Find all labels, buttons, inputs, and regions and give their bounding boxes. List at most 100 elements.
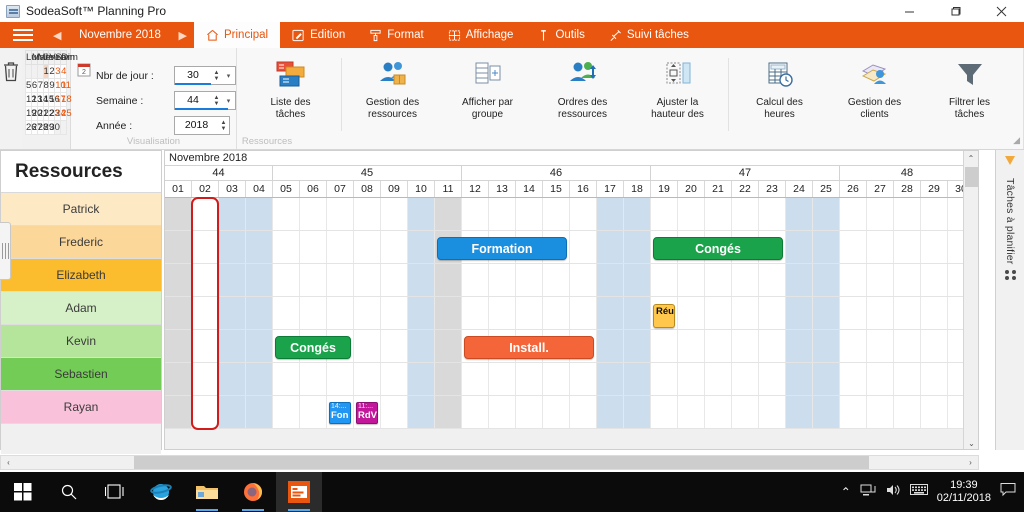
gantt-task-cong-s[interactable]: Congés [653, 237, 783, 260]
day-header-02[interactable]: 02 [192, 181, 219, 197]
gantt-cell[interactable] [543, 198, 570, 230]
gantt-cell[interactable] [732, 363, 759, 395]
gantt-cell[interactable] [192, 363, 219, 395]
minical-day-3[interactable]: 3 [54, 64, 62, 79]
gantt-cell[interactable] [894, 198, 921, 230]
tab-outils[interactable]: Outils [525, 22, 596, 48]
day-header-19[interactable]: 19 [651, 181, 678, 197]
gantt-row-frederic[interactable] [165, 231, 978, 264]
gantt-cell[interactable] [300, 297, 327, 329]
spinner-arrows[interactable]: ▲ ▼ [211, 92, 222, 109]
gantt-cell[interactable] [408, 198, 435, 230]
gantt-cell[interactable] [462, 198, 489, 230]
day-header-24[interactable]: 24 [786, 181, 813, 197]
taskbar-clock[interactable]: 19:39 02/11/2018 [937, 479, 991, 505]
minical-day-1[interactable]: 1 [42, 64, 50, 79]
gantt-cell[interactable] [921, 396, 948, 428]
gantt-cell[interactable] [759, 330, 786, 362]
gantt-cell[interactable] [246, 231, 273, 263]
gantt-cell[interactable] [219, 231, 246, 263]
gantt-cell[interactable] [705, 264, 732, 296]
day-header-12[interactable]: 12 [462, 181, 489, 197]
gantt-cell[interactable] [489, 396, 516, 428]
resource-row-rayan[interactable]: Rayan [1, 391, 161, 424]
gantt-cell[interactable] [273, 231, 300, 263]
gantt-cell[interactable] [273, 264, 300, 296]
minical-day-26[interactable]: 26 [25, 120, 37, 135]
gantt-cell[interactable] [246, 297, 273, 329]
gantt-cell[interactable] [597, 231, 624, 263]
scroll-down-button[interactable]: ⌄ [964, 436, 978, 449]
gantt-cell[interactable] [219, 363, 246, 395]
gantt-cell[interactable] [624, 396, 651, 428]
gantt-task-install[interactable]: Install. [464, 336, 594, 359]
maximize-button[interactable] [932, 0, 978, 22]
gantt-cell[interactable] [705, 330, 732, 362]
gantt-cell[interactable] [894, 231, 921, 263]
gantt-task-fon[interactable]: 14:... Fon [329, 402, 351, 424]
gantt-cell[interactable] [381, 396, 408, 428]
gantt-cell[interactable] [408, 297, 435, 329]
gantt-row-elizabeth[interactable] [165, 264, 978, 297]
gantt-cell[interactable] [327, 198, 354, 230]
panel-grip-dots[interactable] [1005, 268, 1017, 282]
gantt-cell[interactable] [543, 297, 570, 329]
gantt-task-r-u[interactable]: Réu [653, 304, 675, 328]
gantt-task-cong-s[interactable]: Congés [275, 336, 351, 359]
visualisation-field-input[interactable]: 44 ▲ ▼ ▾ [174, 91, 236, 110]
gantt-cell[interactable] [354, 363, 381, 395]
gantt-cell[interactable] [597, 330, 624, 362]
gantt-cell[interactable] [381, 198, 408, 230]
gantt-cell[interactable] [894, 264, 921, 296]
gantt-cell[interactable] [921, 330, 948, 362]
minical-day-15[interactable]: 15 [42, 92, 54, 107]
gantt-cell[interactable] [570, 297, 597, 329]
minical-day-11[interactable]: 11 [60, 78, 71, 93]
gantt-cell[interactable] [219, 330, 246, 362]
gantt-cell[interactable] [354, 297, 381, 329]
gantt-cell[interactable] [597, 264, 624, 296]
gantt-cell[interactable] [651, 264, 678, 296]
gantt-cell[interactable] [786, 198, 813, 230]
hscroll-track[interactable] [16, 456, 963, 469]
hscroll-thumb[interactable] [134, 456, 869, 469]
gantt-row-rayan[interactable] [165, 396, 978, 429]
gantt-cell[interactable] [219, 396, 246, 428]
minical-day-17[interactable]: 17 [54, 92, 66, 107]
gantt-cell[interactable] [192, 198, 219, 230]
gantt-cell[interactable] [624, 363, 651, 395]
minical-day-27[interactable]: 27 [30, 120, 42, 135]
gantt-cell[interactable] [597, 363, 624, 395]
gantt-cell[interactable] [273, 297, 300, 329]
minical-day-6[interactable]: 6 [30, 78, 38, 93]
gantt-cell[interactable] [570, 198, 597, 230]
button-gestion-des-ressources[interactable]: Gestion des ressources [345, 52, 440, 149]
gantt-cell[interactable] [732, 330, 759, 362]
gantt-cell[interactable] [165, 198, 192, 230]
gantt-cell[interactable] [840, 264, 867, 296]
gantt-vertical-scrollbar[interactable]: ⌃ ⌄ [963, 151, 978, 449]
resource-row-patrick[interactable]: Patrick [1, 193, 161, 226]
spinner-arrows[interactable]: ▲ ▼ [211, 67, 222, 84]
day-header-16[interactable]: 16 [570, 181, 597, 197]
minical-day-8[interactable]: 8 [42, 78, 50, 93]
gantt-cell[interactable] [732, 198, 759, 230]
gantt-cell[interactable] [408, 231, 435, 263]
trash-icon[interactable] [0, 60, 22, 89]
minical-day-23[interactable]: 23 [48, 106, 60, 121]
gantt-cell[interactable] [840, 363, 867, 395]
visualisation-field-input[interactable]: 2018 ▲ ▼ [174, 116, 230, 135]
day-header-22[interactable]: 22 [732, 181, 759, 197]
gantt-cell[interactable] [516, 363, 543, 395]
day-header-03[interactable]: 03 [219, 181, 246, 197]
day-header-15[interactable]: 15 [543, 181, 570, 197]
gantt-cell[interactable] [705, 297, 732, 329]
gantt-cell[interactable] [813, 363, 840, 395]
gantt-cell[interactable] [273, 396, 300, 428]
gantt-cell[interactable] [516, 297, 543, 329]
gantt-cell[interactable] [786, 231, 813, 263]
gantt-cell[interactable] [651, 330, 678, 362]
gantt-cell[interactable] [840, 198, 867, 230]
minical-day-29[interactable]: 29 [42, 120, 54, 135]
day-header-21[interactable]: 21 [705, 181, 732, 197]
